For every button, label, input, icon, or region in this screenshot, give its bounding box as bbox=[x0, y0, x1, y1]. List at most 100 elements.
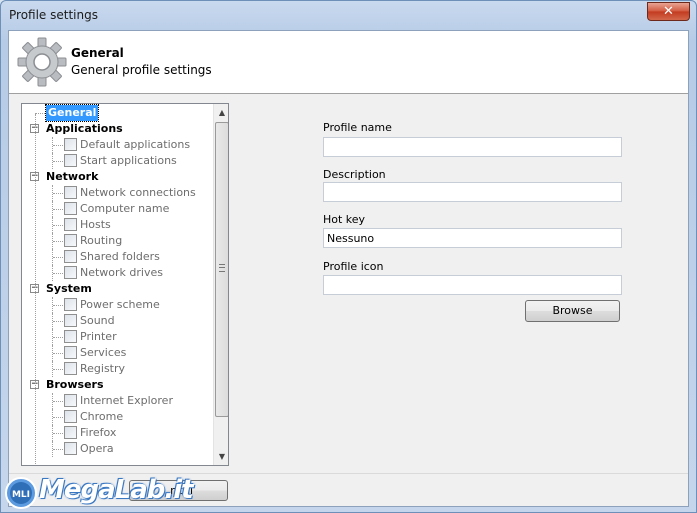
browse-button[interactable]: Browse bbox=[525, 300, 620, 322]
tree-connector bbox=[53, 401, 63, 402]
tree-child-label: Default applications bbox=[80, 138, 191, 151]
tree-checkbox[interactable] bbox=[64, 362, 77, 375]
tree-child-label: Computer name bbox=[80, 202, 170, 215]
tree-checkbox[interactable] bbox=[64, 218, 77, 231]
tree-node[interactable]: − Browsers bbox=[22, 377, 212, 393]
gear-icon bbox=[17, 37, 67, 87]
tree-items: General − Applications Default applications… bbox=[22, 104, 212, 465]
tree-child-label: Hosts bbox=[80, 218, 111, 231]
tree-node-label: Browsers bbox=[46, 378, 104, 391]
tree-connector bbox=[53, 161, 63, 162]
tree-node-label: Applications bbox=[46, 122, 123, 135]
tree-child-label: Chrome bbox=[80, 410, 124, 423]
tree-child-label: Power scheme bbox=[80, 298, 160, 311]
header-subtitle: General profile settings bbox=[71, 63, 212, 77]
profile-name-input[interactable] bbox=[323, 137, 622, 157]
tree-child-label: Registry bbox=[80, 362, 126, 375]
tree-child-label: Start applications bbox=[80, 154, 177, 167]
tree-child-label: Internet Explorer bbox=[80, 394, 173, 407]
dialog-client-area: General General profile settings General… bbox=[8, 30, 689, 507]
tree-checkbox[interactable] bbox=[64, 234, 77, 247]
profile-settings-window: Profile settings ✕ General General profi… bbox=[0, 0, 697, 513]
tree-child-node[interactable]: Registry bbox=[22, 361, 212, 377]
tree-connector bbox=[35, 113, 45, 114]
tree-node[interactable]: − Applications bbox=[22, 121, 212, 137]
profile-name-label: Profile name bbox=[323, 121, 392, 134]
tree-child-node[interactable]: Chrome bbox=[22, 409, 212, 425]
tree-child-node[interactable]: Firefox bbox=[22, 425, 212, 441]
tree-connector bbox=[53, 273, 63, 274]
tree-connector bbox=[53, 145, 63, 146]
tree-child-label: Network drives bbox=[80, 266, 163, 279]
tree-child-node[interactable]: Services bbox=[22, 345, 212, 361]
tree-child-node[interactable]: Network drives bbox=[22, 265, 212, 281]
tree-child-label: Routing bbox=[80, 234, 123, 247]
tree-checkbox[interactable] bbox=[64, 394, 77, 407]
tree-child-label: Firefox bbox=[80, 426, 117, 439]
window-title: Profile settings bbox=[9, 8, 98, 22]
tree-checkbox[interactable] bbox=[64, 442, 77, 455]
tree-root-connector bbox=[35, 114, 36, 464]
tree-child-label: Network connections bbox=[80, 186, 196, 199]
tree-child-node[interactable]: Sound bbox=[22, 313, 212, 329]
tree-checkbox[interactable] bbox=[64, 426, 77, 439]
tree-child-node[interactable]: Printer bbox=[22, 329, 212, 345]
tree-checkbox[interactable] bbox=[64, 314, 77, 327]
tree-connector bbox=[53, 417, 63, 418]
tree-scrollbar[interactable]: ▲ ▼ bbox=[213, 104, 228, 465]
tree-node[interactable]: − Network bbox=[22, 169, 212, 185]
scroll-up-arrow-icon[interactable]: ▲ bbox=[214, 104, 228, 121]
scroll-down-arrow-icon[interactable]: ▼ bbox=[214, 448, 228, 465]
tree-child-label: Sound bbox=[80, 314, 115, 327]
tree-checkbox[interactable] bbox=[64, 410, 77, 423]
tree-connector bbox=[53, 305, 63, 306]
header-title: General bbox=[71, 46, 124, 60]
watermark-text: MegaLab.it bbox=[39, 475, 194, 505]
tree-node[interactable]: − System bbox=[22, 281, 212, 297]
hotkey-input[interactable] bbox=[323, 228, 622, 248]
tree-child-label: Printer bbox=[80, 330, 117, 343]
watermark-logo: MLI MegaLab.it bbox=[3, 467, 194, 512]
tree-checkbox[interactable] bbox=[64, 154, 77, 167]
tree-node[interactable]: General bbox=[22, 104, 212, 122]
tree-checkbox[interactable] bbox=[64, 250, 77, 263]
tree-connector bbox=[53, 209, 63, 210]
description-input[interactable] bbox=[323, 182, 622, 202]
header-panel: General General profile settings bbox=[9, 31, 688, 94]
tree-connector bbox=[53, 353, 63, 354]
watermark-badge-icon: MLI bbox=[5, 477, 37, 509]
tree-checkbox[interactable] bbox=[64, 266, 77, 279]
hotkey-label: Hot key bbox=[323, 213, 366, 226]
description-label: Description bbox=[323, 168, 386, 181]
scroll-thumb[interactable] bbox=[215, 122, 228, 417]
tree-connector bbox=[53, 369, 63, 370]
tree-connector bbox=[53, 193, 63, 194]
close-button[interactable]: ✕ bbox=[647, 2, 690, 21]
tree-checkbox[interactable] bbox=[64, 330, 77, 343]
tree-child-node[interactable]: Start applications bbox=[22, 153, 212, 169]
tree-node-label: Network bbox=[46, 170, 99, 183]
tree-child-node[interactable]: Internet Explorer bbox=[22, 393, 212, 409]
tree-node-label: General bbox=[44, 104, 100, 122]
tree-connector bbox=[53, 225, 63, 226]
tree-node-label: System bbox=[46, 282, 92, 295]
tree-connector bbox=[53, 449, 63, 450]
tree-child-node[interactable]: Shared folders bbox=[22, 249, 212, 265]
tree-child-label: Services bbox=[80, 346, 127, 359]
tree-checkbox[interactable] bbox=[64, 298, 77, 311]
profile-icon-input[interactable] bbox=[323, 275, 622, 295]
tree-child-node[interactable]: Default applications bbox=[22, 137, 212, 153]
tree-child-node[interactable]: Routing bbox=[22, 233, 212, 249]
tree-checkbox[interactable] bbox=[64, 346, 77, 359]
tree-checkbox[interactable] bbox=[64, 202, 77, 215]
settings-tree[interactable]: General − Applications Default applications… bbox=[21, 103, 229, 466]
tree-connector bbox=[53, 257, 63, 258]
tree-child-node[interactable]: Opera bbox=[22, 441, 212, 457]
title-bar[interactable]: Profile settings ✕ bbox=[1, 1, 696, 31]
tree-checkbox[interactable] bbox=[64, 186, 77, 199]
tree-child-node[interactable]: Power scheme bbox=[22, 297, 212, 313]
tree-child-node[interactable]: Hosts bbox=[22, 217, 212, 233]
tree-child-node[interactable]: Network connections bbox=[22, 185, 212, 201]
tree-checkbox[interactable] bbox=[64, 138, 77, 151]
tree-child-node[interactable]: Computer name bbox=[22, 201, 212, 217]
